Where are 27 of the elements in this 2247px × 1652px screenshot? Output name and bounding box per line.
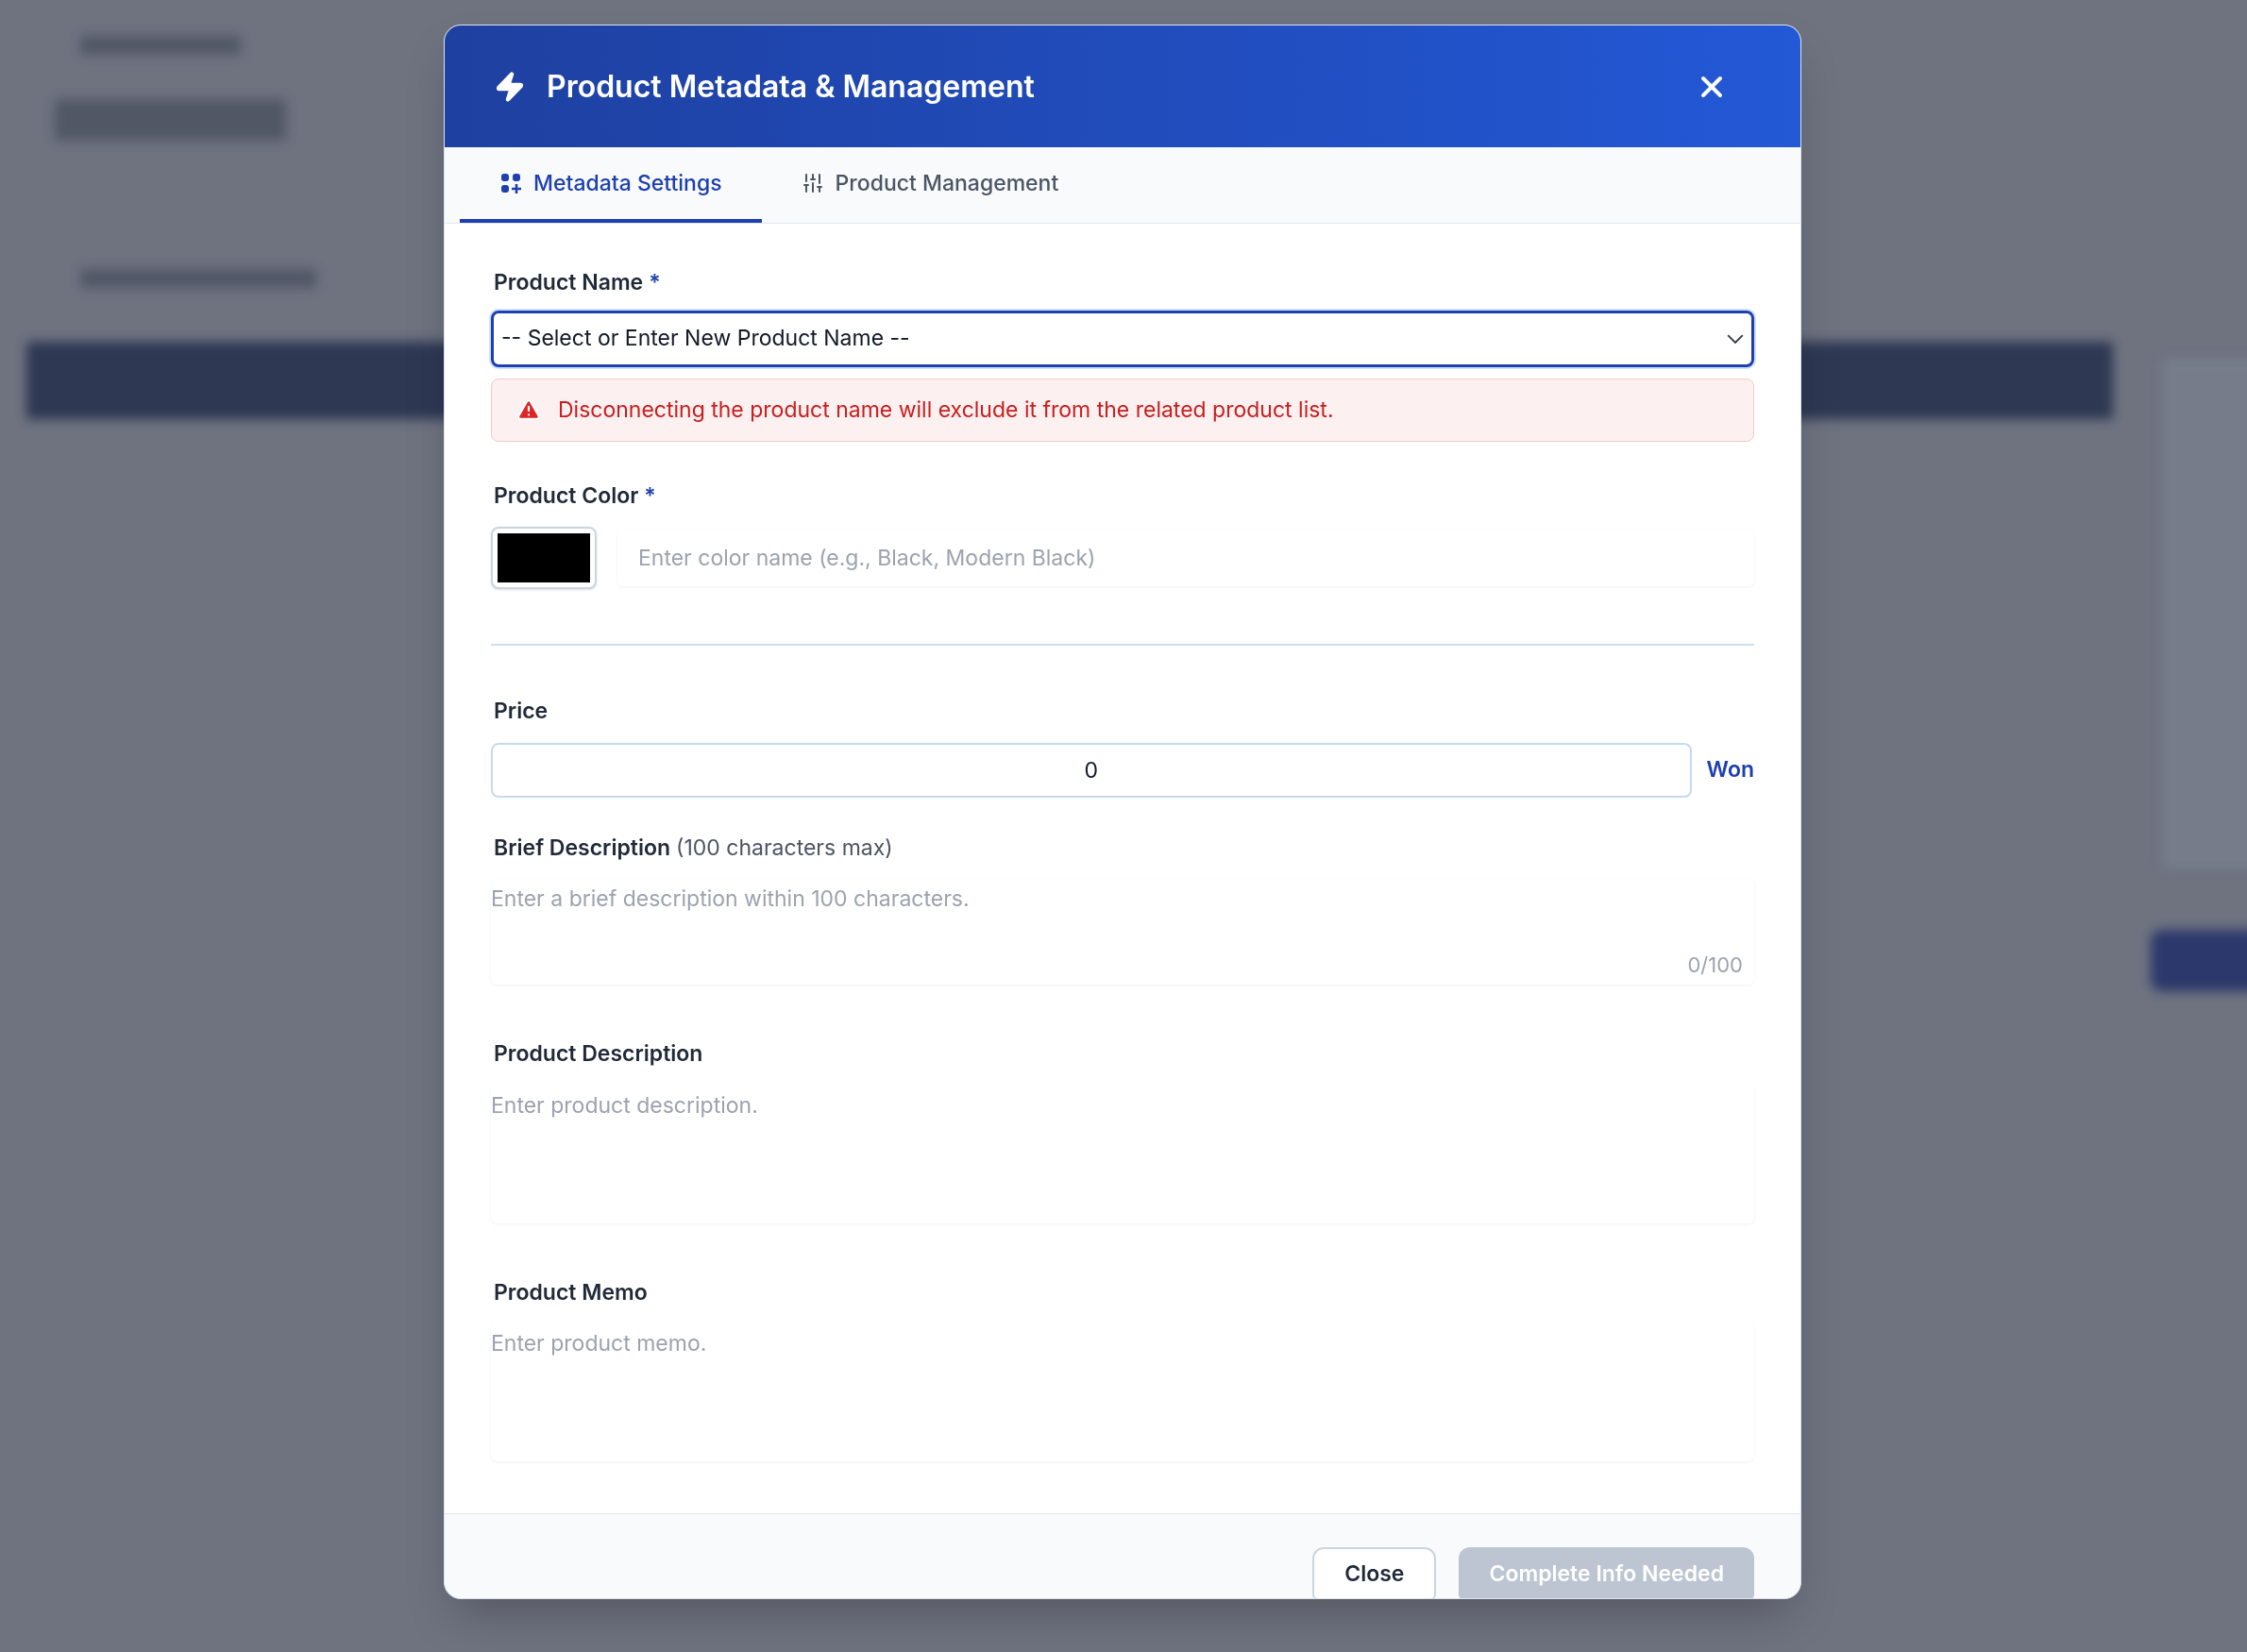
required-mark: * xyxy=(649,268,661,297)
tab[interactable]: Metadata Settings xyxy=(460,147,762,223)
dialog-title: Product Metadata & Management xyxy=(547,66,1035,107)
field-label: Product Memo xyxy=(494,1277,648,1307)
currency-unit: Won xyxy=(1706,755,1754,785)
price-field[interactable]: 0 xyxy=(491,742,1692,798)
warning-icon xyxy=(516,397,541,422)
field-label: Product Name xyxy=(494,268,644,297)
text-area[interactable]: Enter product description. xyxy=(491,1085,1754,1223)
field-label: Price xyxy=(494,697,549,726)
character-counter: 0/100 xyxy=(1687,952,1743,979)
close-button[interactable]: Close xyxy=(1312,1547,1437,1598)
alert-text: Disconnecting the product name will exclude it from the related product list. xyxy=(558,395,1334,425)
field-label: Product Color xyxy=(494,480,639,511)
chevron-down-icon xyxy=(1727,333,1744,344)
text-area[interactable]: Enter product memo. xyxy=(491,1323,1754,1461)
field-hint: (100 characters max) xyxy=(676,833,893,863)
product-name-select[interactable]: -- Select or Enter New Product Name -- xyxy=(491,310,1754,367)
sliders-icon xyxy=(801,172,824,194)
lightning-icon xyxy=(494,70,526,103)
field-label: Brief Description xyxy=(494,833,671,863)
field-label: Product Description xyxy=(494,1039,703,1069)
color-name-field[interactable]: Enter color name (e.g., Black, Modern Black) xyxy=(617,530,1754,586)
grid-plus-icon xyxy=(499,172,522,194)
color-swatch[interactable] xyxy=(491,527,597,589)
tab[interactable]: Product Management xyxy=(761,147,1099,223)
required-mark: * xyxy=(644,480,656,511)
